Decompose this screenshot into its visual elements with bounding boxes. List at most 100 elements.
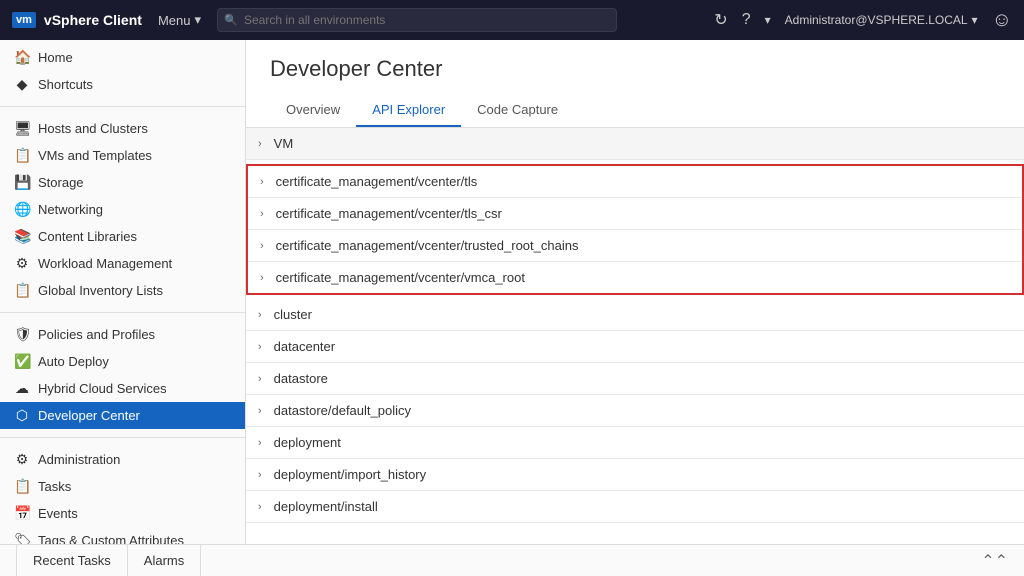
sidebar-item-label: Events <box>38 506 78 521</box>
api-row-datacenter[interactable]: › datacenter <box>246 331 1024 363</box>
menu-chevron-icon: ▾ <box>194 12 201 28</box>
sidebar-item-tasks[interactable]: 📋 Tasks <box>0 473 245 500</box>
networking-icon: 🌐 <box>14 201 30 218</box>
sidebar-policy-section: 🛡 Policies and Profiles ✅ Auto Deploy ☁ … <box>0 317 245 433</box>
sidebar-item-label: Administration <box>38 452 120 467</box>
api-row-label: deployment/install <box>274 499 378 514</box>
content-header: Developer Center Overview API Explorer C… <box>246 40 1024 128</box>
chevron-right-icon: › <box>260 272 264 284</box>
sidebar-item-label: Workload Management <box>38 256 172 271</box>
tab-api-explorer[interactable]: API Explorer <box>356 94 461 127</box>
sidebar-item-label: Auto Deploy <box>38 354 109 369</box>
bottombar: Recent Tasks Alarms ⌃⌃ <box>0 544 1024 576</box>
sidebar-inventory-section: 🖥 Hosts and Clusters 📋 VMs and Templates… <box>0 111 245 308</box>
sidebar-item-content-libraries[interactable]: 📚 Content Libraries <box>0 223 245 250</box>
chevron-right-icon: › <box>260 176 264 188</box>
api-row-datastore-policy[interactable]: › datastore/default_policy <box>246 395 1024 427</box>
sidebar-item-developer-center[interactable]: ⬡ Developer Center <box>0 402 245 429</box>
sidebar-item-home[interactable]: 🏠 Home <box>0 44 245 71</box>
refresh-icon[interactable]: ↻ <box>714 10 727 30</box>
chevron-right-icon: › <box>260 208 264 220</box>
sidebar-item-label: Global Inventory Lists <box>38 283 163 298</box>
sidebar-item-events[interactable]: 📅 Events <box>0 500 245 527</box>
api-row-label: VM <box>274 136 294 151</box>
sidebar-item-hybrid-cloud-services[interactable]: ☁ Hybrid Cloud Services <box>0 375 245 402</box>
api-row-cert-trusted-root[interactable]: › certificate_management/vcenter/trusted… <box>248 230 1022 262</box>
sidebar-item-label: Hybrid Cloud Services <box>38 381 167 396</box>
sidebar-item-shortcuts[interactable]: ◆ Shortcuts <box>0 71 245 98</box>
vms-icon: 📋 <box>14 147 30 164</box>
sidebar-item-hosts-clusters[interactable]: 🖥 Hosts and Clusters <box>0 115 245 142</box>
user-account[interactable]: Administrator@VSPHERE.LOCAL ▾ <box>785 13 978 27</box>
sidebar-item-global-inventory-lists[interactable]: 📋 Global Inventory Lists <box>0 277 245 304</box>
global-inventory-icon: 📋 <box>14 282 30 299</box>
sidebar-item-auto-deploy[interactable]: ✅ Auto Deploy <box>0 348 245 375</box>
api-row-cert-vmca-root[interactable]: › certificate_management/vcenter/vmca_ro… <box>248 262 1022 293</box>
api-row-label: deployment/import_history <box>274 467 426 482</box>
api-row-label: datastore <box>274 371 328 386</box>
chevron-right-icon: › <box>258 469 262 481</box>
sidebar-item-workload-management[interactable]: ⚙ Workload Management <box>0 250 245 277</box>
sidebar-item-label: Storage <box>38 175 84 190</box>
sidebar-item-policies-profiles[interactable]: 🛡 Policies and Profiles <box>0 321 245 348</box>
divider-1 <box>0 106 245 107</box>
api-row-label: certificate_management/vcenter/tls <box>276 174 478 189</box>
api-content[interactable]: › VM › certificate_management/vcenter/tl… <box>246 128 1024 544</box>
api-row-label: certificate_management/vcenter/trusted_r… <box>276 238 579 253</box>
api-row-cluster[interactable]: › cluster <box>246 299 1024 331</box>
page-title: Developer Center <box>270 56 1000 82</box>
sidebar-item-vms-templates[interactable]: 📋 VMs and Templates <box>0 142 245 169</box>
workload-icon: ⚙ <box>14 255 30 272</box>
sidebar-item-label: VMs and Templates <box>38 148 152 163</box>
chevron-right-icon: › <box>258 341 262 353</box>
chevron-right-icon: › <box>258 309 262 321</box>
tab-code-capture[interactable]: Code Capture <box>461 94 574 127</box>
api-row-deployment-install[interactable]: › deployment/install <box>246 491 1024 523</box>
api-row-deployment[interactable]: › deployment <box>246 427 1024 459</box>
divider-2 <box>0 312 245 313</box>
bottom-tab-alarms[interactable]: Alarms <box>128 545 201 576</box>
api-row-datastore[interactable]: › datastore <box>246 363 1024 395</box>
chevron-right-icon: › <box>258 437 262 449</box>
api-row-label: certificate_management/vcenter/tls_csr <box>276 206 502 221</box>
sidebar-item-storage[interactable]: 💾 Storage <box>0 169 245 196</box>
auto-deploy-icon: ✅ <box>14 353 30 370</box>
storage-icon: 💾 <box>14 174 30 191</box>
sidebar-item-label: Home <box>38 50 73 65</box>
expand-icon[interactable]: ⌃⌃ <box>981 551 1008 571</box>
api-row-label: certificate_management/vcenter/vmca_root <box>276 270 525 285</box>
sidebar-item-label: Policies and Profiles <box>38 327 155 342</box>
sidebar-item-label: Shortcuts <box>38 77 93 92</box>
api-row-deployment-import[interactable]: › deployment/import_history <box>246 459 1024 491</box>
sidebar-item-tags-custom-attributes[interactable]: 🏷 Tags & Custom Attributes <box>0 527 245 544</box>
api-row-cert-tls-csr[interactable]: › certificate_management/vcenter/tls_csr <box>248 198 1022 230</box>
sidebar-top-section: 🏠 Home ◆ Shortcuts <box>0 40 245 102</box>
avatar-icon[interactable]: ☺ <box>992 9 1012 32</box>
sidebar-admin-section: ⚙ Administration 📋 Tasks 📅 Events 🏷 Tags… <box>0 442 245 544</box>
developer-center-icon: ⬡ <box>14 407 30 424</box>
menu-button[interactable]: Menu ▾ <box>158 12 201 28</box>
bottom-tab-recent-tasks[interactable]: Recent Tasks <box>16 545 128 576</box>
app-title: vSphere Client <box>44 12 142 28</box>
sidebar-item-label: Developer Center <box>38 408 140 423</box>
sidebar-item-administration[interactable]: ⚙ Administration <box>0 446 245 473</box>
divider-3 <box>0 437 245 438</box>
tab-overview[interactable]: Overview <box>270 94 356 127</box>
content-libraries-icon: 📚 <box>14 228 30 245</box>
help-icon[interactable]: ? <box>742 11 751 29</box>
sidebar: 🏠 Home ◆ Shortcuts 🖥 Hosts and Clusters … <box>0 40 246 544</box>
home-icon: 🏠 <box>14 49 30 66</box>
search-input[interactable] <box>217 8 617 32</box>
bottombar-right: ⌃⌃ <box>981 551 1008 571</box>
sidebar-item-label: Networking <box>38 202 103 217</box>
api-row-cert-tls[interactable]: › certificate_management/vcenter/tls <box>248 166 1022 198</box>
api-row-vm[interactable]: › VM <box>246 128 1024 160</box>
chevron-right-icon: › <box>258 138 262 150</box>
tags-icon: 🏷 <box>14 532 30 544</box>
policies-icon: 🛡 <box>14 326 30 343</box>
administration-icon: ⚙ <box>14 451 30 468</box>
events-icon: 📅 <box>14 505 30 522</box>
sidebar-item-networking[interactable]: 🌐 Networking <box>0 196 245 223</box>
sidebar-item-label: Tasks <box>38 479 71 494</box>
shortcuts-icon: ◆ <box>14 76 30 93</box>
